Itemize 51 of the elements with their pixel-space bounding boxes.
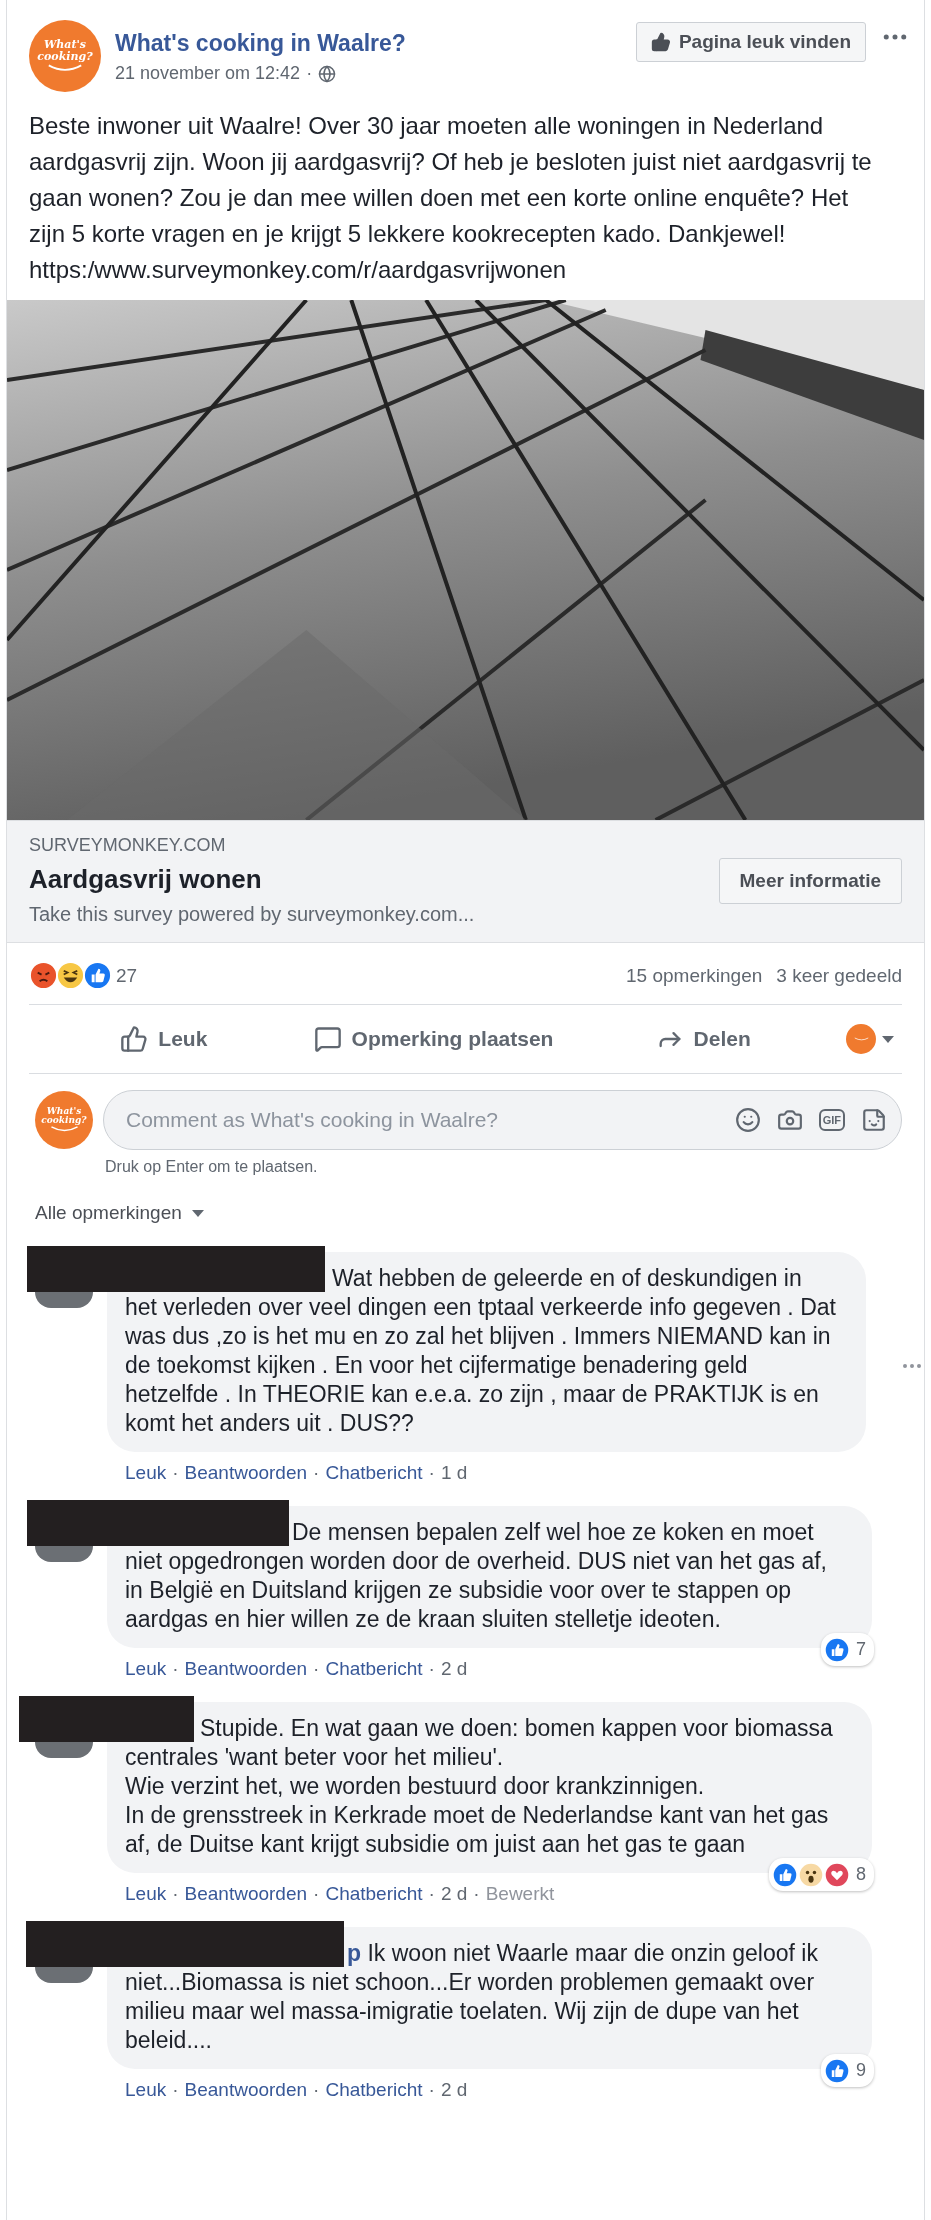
avatar[interactable] bbox=[35, 1967, 93, 1983]
comment-button[interactable]: Opmerking plaatsen bbox=[298, 1013, 569, 1065]
gif-button[interactable]: GIF bbox=[818, 1109, 845, 1131]
like-icon bbox=[824, 2057, 850, 2084]
comment-action-link[interactable]: Leuk bbox=[125, 1462, 167, 1484]
avatar[interactable] bbox=[35, 1742, 93, 1758]
thumbs-up-icon bbox=[120, 1025, 149, 1053]
post-text: Beste inwoner uit Waalre! Over 30 jaar moeten alle woningen in Nederland aardgasvrij zijn. Woon jij aardgasvrij? Of heb je besloten juist niet aardgasvrij te gaan wonen? Zou je dan mee willen doen met een korte online enquête? Het zijn 5 korte vragen en je krijgt 5 lekkere kookrecepten kado. Dankjewel! bbox=[29, 111, 873, 249]
comment-field[interactable]: Comment as What's cooking in Waalre? GIF bbox=[103, 1090, 902, 1150]
link-domain: SURVEYMONKEY.COM bbox=[29, 835, 227, 856]
speech-bubble-icon bbox=[313, 1025, 342, 1053]
globe-icon bbox=[318, 64, 337, 83]
share-count[interactable]: 3 keer gedeeld bbox=[776, 964, 902, 987]
post-link[interactable]: https:/www.surveymonkey.com/r/aardgasvrijwonen bbox=[29, 252, 884, 288]
reaction-badge[interactable]: 8 bbox=[769, 1858, 874, 1891]
link-description: Take this survey powered by surveymonkey.com... bbox=[29, 903, 475, 926]
share-button[interactable]: Delen bbox=[568, 1013, 838, 1065]
like-icon bbox=[772, 1861, 798, 1888]
comment-filter[interactable]: Alle opmerkingen bbox=[35, 1202, 204, 1224]
more-info-button[interactable]: Meer informatie bbox=[718, 857, 902, 904]
comment-time[interactable]: 1 d bbox=[440, 1462, 468, 1484]
like-page-button[interactable]: Pagina leuk vinden bbox=[635, 22, 866, 62]
separator: · bbox=[428, 1462, 435, 1484]
laughing-face-icon bbox=[56, 961, 85, 990]
angry-face-icon bbox=[29, 961, 58, 990]
link-preview[interactable]: SURVEYMONKEY.COM Aardgasvrij wonen Take this survey powered by surveymonkey.com... Meer informatie bbox=[7, 820, 924, 943]
like-button[interactable]: Leuk bbox=[29, 1013, 299, 1065]
comment-action-link[interactable]: Chatbericht bbox=[325, 1462, 423, 1484]
avatar[interactable] bbox=[35, 1546, 93, 1562]
reaction-count[interactable]: 27 bbox=[116, 964, 138, 987]
comment-count[interactable]: 15 opmerkingen bbox=[626, 964, 763, 987]
reaction-badge[interactable]: 9 bbox=[821, 2054, 874, 2087]
reaction-badge[interactable]: 7 bbox=[821, 1633, 874, 1666]
separator: · bbox=[306, 63, 313, 84]
emoji-icon[interactable] bbox=[734, 1107, 761, 1133]
separator: · bbox=[172, 1462, 179, 1484]
page-avatar[interactable] bbox=[846, 1024, 876, 1054]
comment-action-link[interactable]: Beantwoorden bbox=[184, 1462, 308, 1484]
post-date[interactable]: 21 november om 12:42 bbox=[115, 63, 301, 84]
like-icon bbox=[824, 1636, 850, 1663]
hint-text: Druk op Enter om te plaatsen. bbox=[104, 1157, 319, 1176]
like-icon bbox=[83, 961, 112, 990]
page-name[interactable]: What's cooking in Waalre? bbox=[115, 30, 622, 57]
separator: · bbox=[313, 1462, 320, 1484]
comment-text: Wat hebben de geleerde en of deskundigen in het verleden over veel dingen een tptaal verkeerde info gegeven . Dat was dus ,zo is het mu en zo zal het blijven . Immers NIEMAND kan in de toekomst kijken . En voor het cijfermatige benadering geld hetzelfde . In THEORIE kan e.e.a. zo zijn , maar de PRAKTIJK is en komt het anders uit . DUS?? bbox=[107, 1252, 866, 1452]
surprised-face-icon bbox=[798, 1861, 824, 1888]
sticker-icon[interactable] bbox=[861, 1107, 887, 1133]
thumbs-up-icon bbox=[650, 32, 671, 52]
link-title: Aardgasvrij wonen bbox=[29, 864, 263, 895]
camera-icon[interactable] bbox=[776, 1107, 803, 1133]
avatar[interactable] bbox=[35, 1292, 93, 1308]
